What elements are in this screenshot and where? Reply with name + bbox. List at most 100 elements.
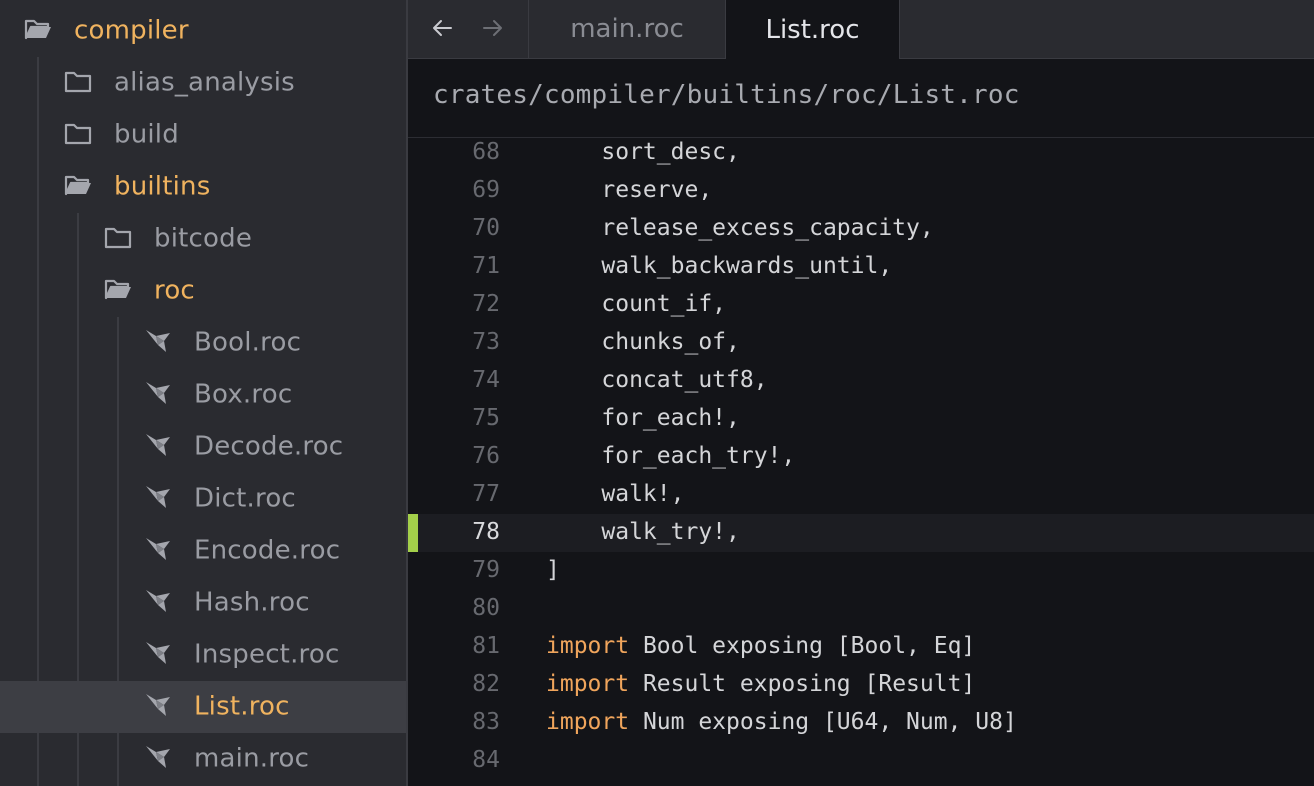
code-text: reserve, [546, 177, 713, 203]
file-explorer: compiler alias_analysis build builtins bitco… [0, 0, 406, 786]
tab-bar: main.roc List.roc [408, 0, 1314, 59]
tree-item-label: Decode.roc [194, 431, 344, 462]
tree-item-label: Inspect.roc [194, 639, 340, 670]
tree-item-bool-roc[interactable]: Bool.roc [0, 317, 406, 369]
back-button[interactable] [424, 10, 460, 46]
code-text: walk_try!, [546, 519, 740, 545]
line-number: 73 [472, 329, 500, 355]
code-line[interactable]: 70 release_excess_capacity, [408, 210, 1314, 248]
breadcrumb: crates/compiler/builtins/roc/List.roc [408, 58, 1314, 138]
roc-file-icon [144, 484, 172, 514]
tree-item-encode-roc[interactable]: Encode.roc [0, 525, 406, 577]
folder-open-icon [104, 277, 132, 305]
tree-item-main-roc[interactable]: main.roc [0, 733, 406, 785]
folder-icon [64, 69, 92, 97]
code-line[interactable]: 73 chunks_of, [408, 324, 1314, 362]
line-number: 84 [472, 747, 500, 773]
line-text: chunks_of, [546, 329, 740, 355]
line-text: sort_desc, [546, 139, 740, 165]
roc-file-icon [144, 536, 172, 566]
roc-file-icon [144, 640, 172, 670]
code-text: concat_utf8, [546, 367, 768, 393]
line-text: import Result exposing [Result] [546, 671, 975, 697]
tree-item-decode-roc[interactable]: Decode.roc [0, 421, 406, 473]
code-line[interactable]: 82 import Result exposing [Result] [408, 666, 1314, 704]
code-text: chunks_of, [546, 329, 740, 355]
roc-file-icon [144, 432, 172, 462]
tree-item-label: Bool.roc [194, 327, 302, 358]
tree-item-label: Box.roc [194, 379, 293, 410]
code-line[interactable]: 81 import Bool exposing [Bool, Eq] [408, 628, 1314, 666]
tree-item-label: bitcode [154, 223, 253, 254]
tree-item-bitcode[interactable]: bitcode [0, 213, 406, 265]
roc-file-icon [144, 588, 172, 618]
line-number: 83 [472, 709, 500, 735]
line-text: for_each!, [546, 405, 740, 431]
line-number: 72 [472, 291, 500, 317]
tree-item-alias-analysis[interactable]: alias_analysis [0, 57, 406, 109]
folder-open-icon [24, 17, 52, 45]
keyword-token: import [546, 671, 630, 697]
code-text: Num exposing [U64, Num, U8] [629, 709, 1017, 735]
code-text: Bool exposing [Bool, Eq] [629, 633, 976, 659]
tree-item-builtins[interactable]: builtins [0, 161, 406, 213]
code-line[interactable]: 77 walk!, [408, 476, 1314, 514]
tree-item-build[interactable]: build [0, 109, 406, 161]
code-line[interactable]: 69 reserve, [408, 172, 1314, 210]
line-number: 81 [472, 633, 500, 659]
code-line[interactable]: 84 [408, 742, 1314, 780]
code-line[interactable]: 68 sort_desc, [408, 138, 1314, 172]
code-line[interactable]: 79] [408, 552, 1314, 590]
folder-icon [104, 225, 132, 253]
code-text: Result exposing [Result] [629, 671, 976, 697]
roc-file-icon [144, 744, 172, 774]
code-area[interactable]: 68 sort_desc, 69 reserve, 70 release_exces… [408, 138, 1314, 786]
tree-item-roc[interactable]: roc [0, 265, 406, 317]
tree-item-label: roc [154, 275, 195, 306]
tree-item-hash-roc[interactable]: Hash.roc [0, 577, 406, 629]
tree-item-box-roc[interactable]: Box.roc [0, 369, 406, 421]
line-text: import Bool exposing [Bool, Eq] [546, 633, 975, 659]
line-number: 71 [472, 253, 500, 279]
keyword-token: import [546, 633, 630, 659]
line-number: 68 [472, 139, 500, 165]
line-text: count_if, [546, 291, 726, 317]
code-text: for_each_try!, [546, 443, 796, 469]
tab-main-roc[interactable]: main.roc [528, 0, 726, 58]
code-text: count_if, [546, 291, 727, 317]
roc-file-icon [144, 380, 172, 410]
line-text: for_each_try!, [546, 443, 795, 469]
tree-item-label: Hash.roc [194, 587, 310, 618]
code-line[interactable]: 80 [408, 590, 1314, 628]
code-line[interactable]: 71 walk_backwards_until, [408, 248, 1314, 286]
tree-item-dict-roc[interactable]: Dict.roc [0, 473, 406, 525]
tree-item-compiler[interactable]: compiler [0, 5, 406, 57]
code-text: for_each!, [546, 405, 740, 431]
keyword-token: import [546, 709, 630, 735]
tree-item-inspect-roc[interactable]: Inspect.roc [0, 629, 406, 681]
roc-file-icon [144, 692, 172, 722]
line-number: 76 [472, 443, 500, 469]
line-text: walk_backwards_until, [546, 253, 892, 279]
line-text: import Num exposing [U64, Num, U8] [546, 709, 1017, 735]
tab-list-roc[interactable]: List.roc [726, 0, 900, 59]
line-number: 78 [472, 519, 500, 545]
code-line[interactable]: 72 count_if, [408, 286, 1314, 324]
arrow-right-icon [483, 20, 502, 36]
arrow-left-icon [433, 20, 452, 36]
tree-item-label: compiler [74, 15, 189, 46]
code-line[interactable]: 76 for_each_try!, [408, 438, 1314, 476]
code-line[interactable]: 78 walk_try!, [408, 514, 1314, 552]
code-line[interactable]: 74 concat_utf8, [408, 362, 1314, 400]
line-number: 74 [472, 367, 500, 393]
tree-item-list-roc[interactable]: List.roc [0, 681, 406, 733]
code-line[interactable]: 75 for_each!, [408, 400, 1314, 438]
forward-button[interactable] [475, 10, 511, 46]
folder-open-icon [64, 173, 92, 201]
tree-item-label: builtins [114, 171, 211, 202]
folder-icon [64, 121, 92, 149]
code-line[interactable]: 83 import Num exposing [U64, Num, U8] [408, 704, 1314, 742]
line-number: 69 [472, 177, 500, 203]
breadcrumb-path: crates/compiler/builtins/roc/List.roc [433, 80, 1020, 110]
line-text: release_excess_capacity, [546, 215, 933, 241]
